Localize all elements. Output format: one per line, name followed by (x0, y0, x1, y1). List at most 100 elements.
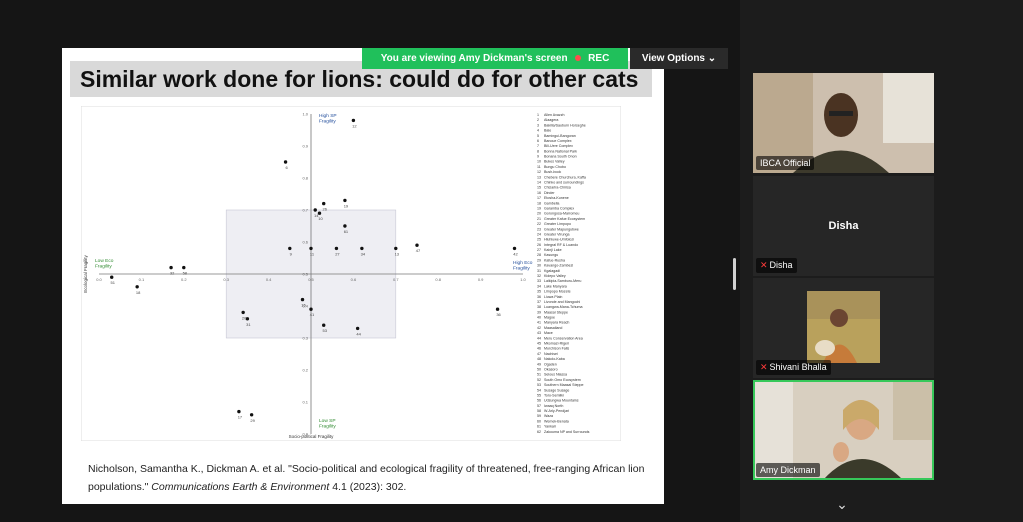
participant-name: ✕ Shivani Bhalla (756, 360, 831, 375)
legend-entry: Liuwa Plain (544, 295, 562, 299)
x-tick-label: 0.1 (139, 277, 145, 282)
participant-tile-amy[interactable]: Amy Dickman (753, 380, 934, 480)
legend-entry: Bamingui-Bangoran (544, 134, 576, 138)
data-point (288, 246, 292, 251)
slide: Similar work done for lions: could do fo… (62, 48, 664, 504)
data-point (512, 246, 517, 251)
point-label: 15 (301, 303, 306, 308)
legend-entry: Magoe (544, 316, 555, 320)
y-tick-label: 0.2 (302, 368, 308, 373)
legend-number: 34 (537, 284, 541, 288)
legend-number: 3 (537, 123, 539, 127)
view-options-button[interactable]: View Options ⌄ (630, 48, 728, 69)
legend-entry: Bonna National Park (544, 149, 577, 153)
legend-number: 30 (537, 264, 541, 268)
legend-number: 35 (537, 290, 541, 294)
chevron-down-icon: ⌄ (707, 53, 717, 64)
legend-number: 51 (537, 373, 541, 377)
legend-entry: Iwaaq North (544, 404, 563, 408)
quadrant-label-bottom: Low SP Fragility (319, 418, 336, 430)
legend-entry: Kavango-Zambezi (544, 264, 573, 268)
point-label: 26 (322, 207, 327, 212)
legend-entry: Meru Conservation Area (544, 336, 583, 340)
legend-entry: Luangwa-Mana-Tchuma (544, 305, 583, 309)
legend-entry: Selous Niassa (544, 373, 567, 377)
x-tick-label: 0.3 (223, 277, 229, 282)
legend-number: 11 (537, 165, 541, 169)
legend-number: 4 (537, 129, 539, 133)
data-point (309, 246, 313, 251)
data-point (343, 224, 347, 228)
legend-number: 52 (537, 378, 541, 382)
legend-number: 20 (537, 212, 541, 216)
mic-muted-icon: ✕ (760, 260, 768, 270)
x-tick-label: 0.8 (435, 277, 441, 282)
point-label: 13 (395, 251, 400, 256)
legend-entry: Bili-Uere Complex (544, 144, 573, 148)
legend-number: 57 (537, 404, 541, 408)
y-tick-label: 0.5 (302, 272, 308, 277)
y-tick-label: 0.3 (302, 336, 308, 341)
legend-number: 5 (537, 134, 539, 138)
x-axis-label: Socio-political Fragility (289, 434, 335, 439)
participant-tile-disha[interactable]: Disha ✕ Disha (753, 176, 934, 276)
panel-resize-handle[interactable] (733, 258, 736, 290)
x-tick-label: 0.6 (351, 277, 357, 282)
legend-number: 13 (537, 175, 541, 179)
x-tick-label: 0.2 (181, 277, 187, 282)
viewing-banner: You are viewing Amy Dickman's screen REC (362, 48, 628, 69)
point-label: 31 (246, 322, 251, 327)
legend-number: 32 (537, 274, 541, 278)
legend-number: 7 (537, 144, 539, 148)
legend-number: 25 (537, 238, 541, 242)
data-point (343, 198, 347, 203)
participant-name: ✕ Disha (756, 258, 797, 273)
view-options-label: View Options (641, 53, 705, 64)
legend-number: 42 (537, 326, 541, 330)
legend-number: 17 (537, 196, 541, 200)
point-label: 47 (416, 248, 421, 253)
legend-number: 12 (537, 170, 541, 174)
data-point (394, 246, 398, 251)
chevron-down-icon[interactable]: ⌄ (832, 496, 852, 514)
legend-number: 54 (537, 388, 541, 392)
legend-number: 2 (537, 118, 539, 122)
legend-entry: Waza (544, 414, 553, 418)
legend-entry: Banoue Complex (544, 139, 572, 143)
scatter-figure: 0.0 0.1 0.2 0.3 0.4 0.5 0.6 0.7 0.8 0.9 1.0 1.0 0.9 0… (81, 106, 621, 441)
data-point (334, 246, 339, 251)
data-point (415, 243, 419, 247)
quadrant-label-top: High SP Fragility (319, 113, 337, 125)
y-tick-label: 0.6 (302, 240, 308, 245)
x-tick-label: 0.9 (478, 277, 484, 282)
legend-number: 10 (537, 160, 541, 164)
legend-entry: Okasoro (544, 367, 558, 371)
legend-entry: Limpopo Mozete (544, 290, 571, 294)
participant-tile-shivani[interactable]: ✕ Shivani Bhalla (753, 278, 934, 378)
mic-muted-icon: ✕ (760, 362, 768, 372)
legend-number: 56 (537, 399, 541, 403)
viewing-text: You are viewing Amy Dickman's screen (380, 53, 568, 64)
legend-number: 23 (537, 227, 541, 231)
citation-journal: Communications Earth & Environment (151, 481, 330, 493)
legend-number: 53 (537, 383, 541, 387)
legend-number: 62 (537, 430, 541, 434)
point-label: 29 (250, 418, 255, 423)
legend-entry: Hluhluwe-Umfolozi (544, 238, 574, 242)
legend-entry: Bungu Chobo (544, 165, 566, 169)
legend-entry: Chebere Churchura, Kaffa (544, 175, 586, 179)
legend-number: 49 (537, 362, 541, 366)
legend-number: 61 (537, 425, 541, 429)
citation: Nicholson, Samantha K., Dickman A. et al… (88, 460, 648, 496)
legend-entry: Nachisei (544, 352, 558, 356)
legend-entry: Manyara Reach (544, 321, 569, 325)
legend-number: 29 (537, 258, 541, 262)
point-label: 12 (352, 123, 357, 128)
participant-tile-ibca[interactable]: IBCA Official (753, 73, 934, 173)
legend-number: 43 (537, 331, 541, 335)
legend-entry: Susage Susage (544, 388, 569, 392)
y-tick-label: 0.9 (302, 144, 308, 149)
data-point (283, 160, 288, 164)
legend-number: 37 (537, 300, 541, 304)
shared-screen-area: Similar work done for lions: could do fo… (0, 0, 740, 522)
